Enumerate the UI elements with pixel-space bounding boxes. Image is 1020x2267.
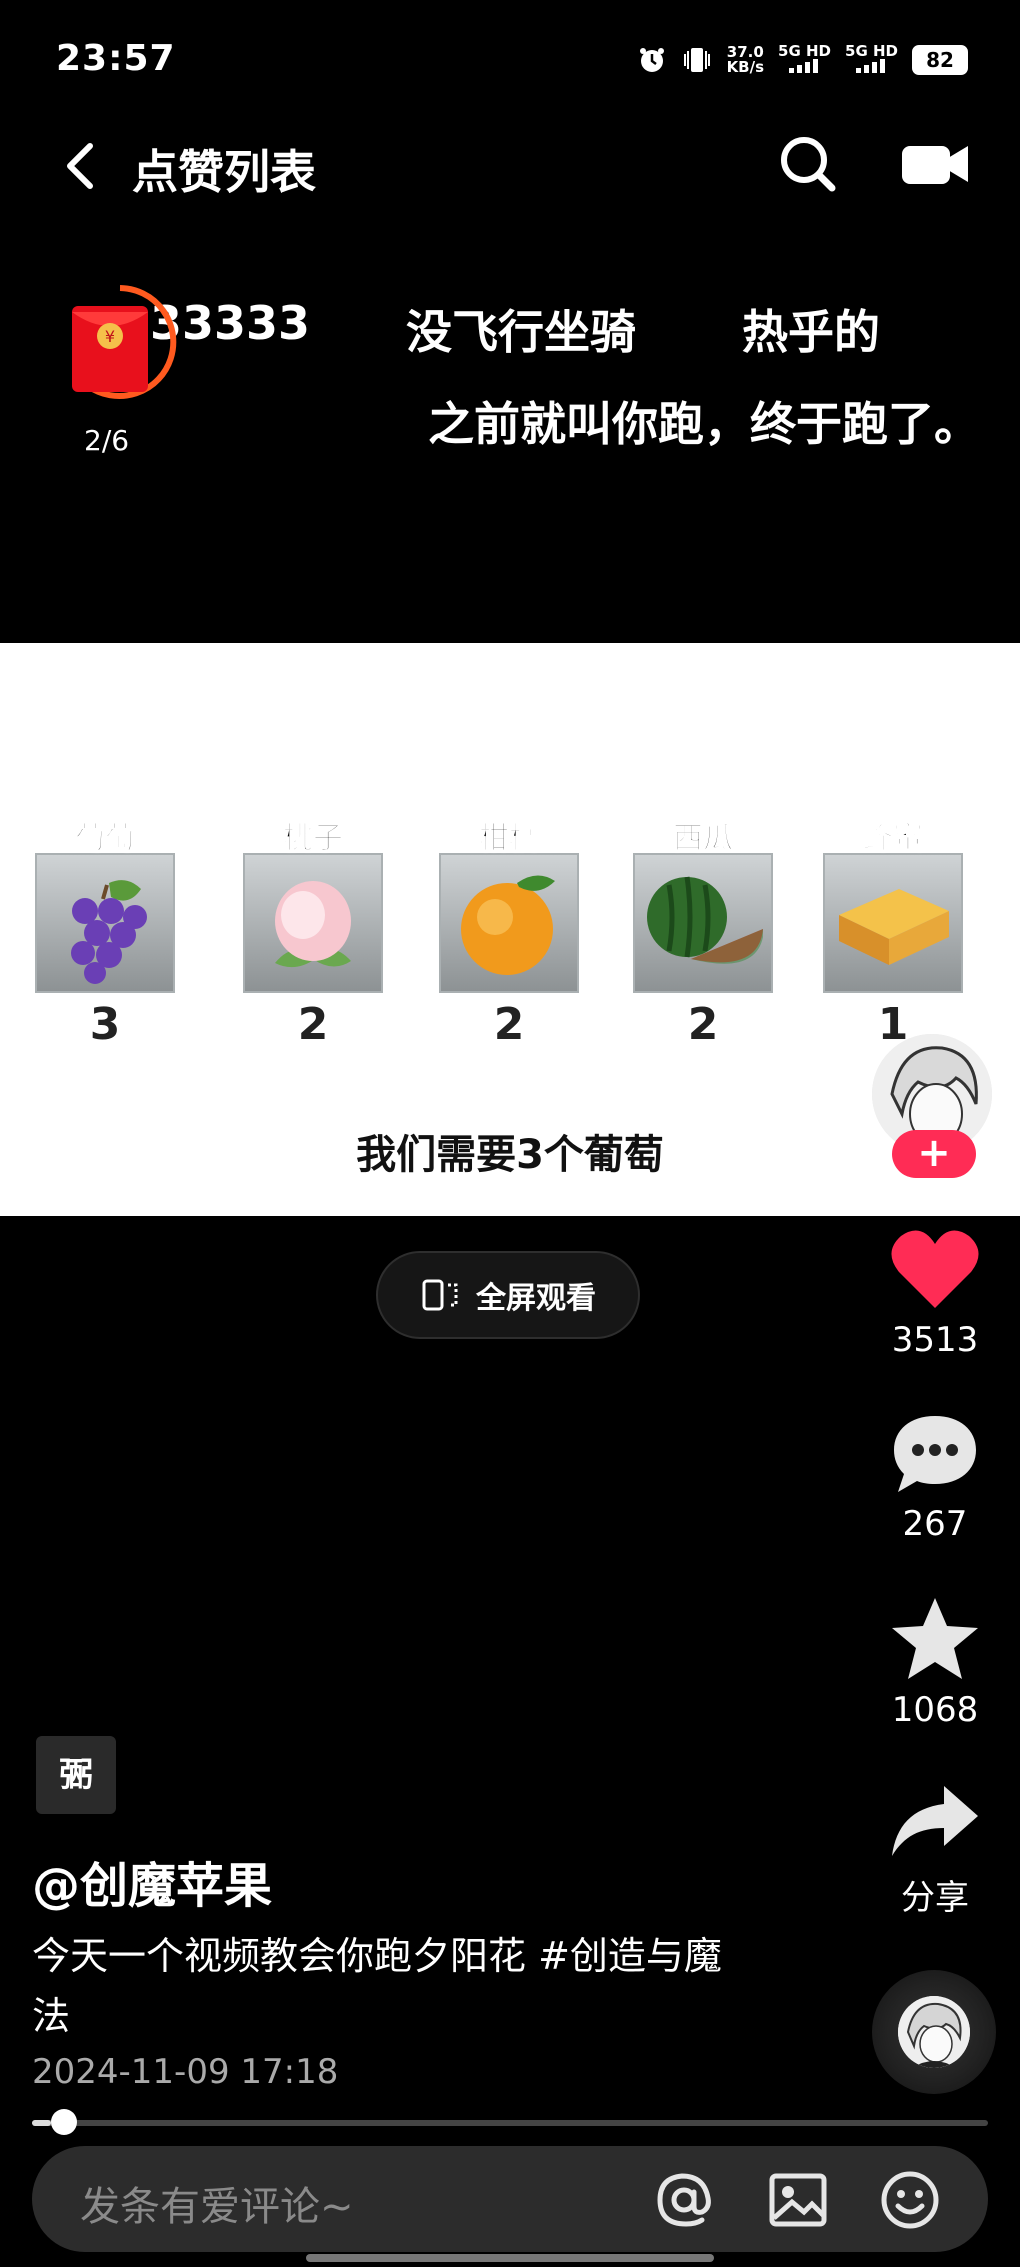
fruit-card-watermelon: 西瓜 2 (632, 813, 774, 1050)
alarm-icon (639, 48, 664, 72)
status-icons: 37.0 KB/s 5G HD 5G HD 82 (637, 44, 968, 76)
follow-button[interactable]: + (892, 1130, 976, 1178)
grape-icon (35, 853, 175, 993)
page-title: 点赞列表 (132, 145, 316, 199)
fruit-card-peach: 桃子 2 (242, 813, 384, 1050)
fullscreen-label: 全屏观看 (476, 1281, 596, 1316)
vibrate-icon (683, 48, 710, 72)
danmaku-item: 没飞行坐骑 (406, 305, 636, 359)
like-count: 3513 (891, 1320, 979, 1360)
danmaku-item: 之前就叫你跑，终于跑了。 (428, 397, 980, 451)
peach-icon (243, 853, 383, 993)
emoji-icon[interactable] (880, 2170, 940, 2230)
video-subtitle: 我们需要3个葡萄 (356, 1132, 664, 1178)
danmaku-item: 热乎的 (742, 305, 880, 359)
heart-icon (891, 1230, 979, 1308)
favorite-button[interactable]: 1068 (870, 1596, 1000, 1730)
honey-icon (823, 853, 963, 993)
music-cover (898, 1996, 970, 2068)
star-icon (892, 1598, 978, 1679)
comment-count: 267 (902, 1504, 968, 1544)
author-username[interactable]: @创魔苹果 (32, 1846, 272, 1916)
search-icon[interactable] (778, 134, 838, 194)
signal-bars-icon (855, 59, 885, 73)
watermelon-icon (633, 853, 773, 993)
orange-icon (439, 853, 579, 993)
share-icon (892, 1786, 978, 1856)
back-icon[interactable] (56, 140, 108, 192)
comment-icon (894, 1416, 976, 1492)
post-date: 2024-11-09 17:18 (32, 2052, 339, 2092)
status-time: 23:57 (56, 38, 176, 79)
fruit-card-orange: 柑橘 2 (438, 813, 580, 1050)
comment-button[interactable]: 267 (870, 1412, 1000, 1544)
rotate-screen-icon (422, 1279, 458, 1311)
progress-fill (32, 2120, 52, 2126)
at-icon[interactable] (654, 2170, 714, 2230)
share-label: 分享 (901, 1878, 969, 1918)
home-indicator (306, 2254, 714, 2262)
fullscreen-button[interactable]: 全屏观看 (376, 1251, 640, 1339)
favorite-count: 1068 (891, 1690, 979, 1730)
comment-placeholder: 发条有爱评论~ (80, 2184, 354, 2230)
fruit-card-grape: 葡萄 3 (34, 813, 176, 1050)
video-progress-bar[interactable] (32, 2109, 988, 2135)
signal-bars-icon (788, 59, 818, 73)
svg-text:¥: ¥ (105, 327, 115, 346)
image-icon[interactable] (768, 2170, 828, 2230)
share-button[interactable]: 分享 (870, 1782, 1000, 1919)
fruit-card-honey: 蜂蜜 1 (822, 813, 964, 1050)
red-packet-count: 2/6 (84, 424, 130, 457)
sim2-signal: 5G HD (845, 44, 898, 76)
music-disc[interactable] (872, 1970, 996, 2094)
topic-tag[interactable]: 弻 (36, 1736, 116, 1814)
like-button[interactable]: 3513 (870, 1228, 1000, 1360)
battery-indicator: 82 (912, 45, 968, 75)
sim1-signal: 5G HD (778, 44, 831, 76)
comment-input[interactable]: 发条有爱评论~ (32, 2146, 988, 2252)
post-description: 今天一个视频教会你跑夕阳花 #创造与魔法 (32, 1934, 722, 2038)
red-packet-icon[interactable]: ¥ (60, 282, 180, 402)
net-speed: 37.0 KB/s (726, 43, 765, 76)
progress-knob[interactable] (51, 2109, 78, 2135)
camera-icon[interactable] (902, 140, 968, 188)
